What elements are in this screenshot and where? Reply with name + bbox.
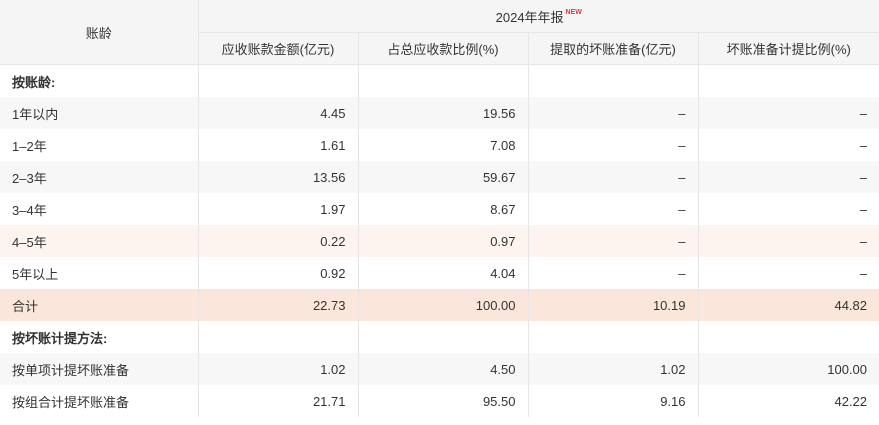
cell-share-of-total bbox=[358, 64, 529, 97]
cell-receivable-amount: 4.45 bbox=[198, 97, 359, 129]
table-row: 4–5年 0.22 0.97 – – bbox=[0, 225, 879, 257]
cell-provision-ratio: – bbox=[698, 97, 879, 129]
cell-receivable-amount bbox=[198, 64, 359, 97]
cell-bad-debt-provision: – bbox=[528, 225, 699, 257]
receivables-aging-table: 账龄 2024年年报 NEW 应收账款金额(亿元) 占总应收款比例(%) 提取的坏… bbox=[0, 0, 879, 417]
column-header-receivable-amount: 应收账款金额(亿元) bbox=[198, 32, 359, 65]
cell-provision-ratio: 100.00 bbox=[698, 353, 879, 385]
aging-column-header: 账龄 bbox=[0, 0, 199, 65]
row-label: 合计 bbox=[0, 289, 199, 321]
new-badge: NEW bbox=[565, 8, 582, 16]
cell-share-of-total: 7.08 bbox=[358, 129, 529, 161]
cell-bad-debt-provision bbox=[528, 64, 699, 97]
row-label: 4–5年 bbox=[0, 225, 199, 257]
cell-provision-ratio: – bbox=[698, 193, 879, 225]
cell-share-of-total bbox=[358, 321, 529, 353]
cell-receivable-amount: 0.22 bbox=[198, 225, 359, 257]
cell-receivable-amount: 13.56 bbox=[198, 161, 359, 193]
row-label: 1年以内 bbox=[0, 97, 199, 129]
cell-share-of-total: 4.04 bbox=[358, 257, 529, 289]
cell-receivable-amount: 0.92 bbox=[198, 257, 359, 289]
table-row: 1–2年 1.61 7.08 – – bbox=[0, 129, 879, 161]
row-label: 按账龄: bbox=[0, 64, 199, 97]
cell-receivable-amount bbox=[198, 321, 359, 353]
column-header-share-of-total: 占总应收款比例(%) bbox=[358, 32, 529, 65]
column-header-provision-ratio: 坏账准备计提比例(%) bbox=[698, 32, 879, 65]
cell-share-of-total: 100.00 bbox=[358, 289, 529, 321]
cell-provision-ratio: – bbox=[698, 225, 879, 257]
report-period-label: 2024年年报 bbox=[495, 9, 564, 25]
cell-bad-debt-provision: – bbox=[528, 129, 699, 161]
cell-provision-ratio: 44.82 bbox=[698, 289, 879, 321]
cell-share-of-total: 59.67 bbox=[358, 161, 529, 193]
total-row: 合计 22.73 100.00 10.19 44.82 bbox=[0, 289, 879, 321]
table-row: 2–3年 13.56 59.67 – – bbox=[0, 161, 879, 193]
cell-provision-ratio: – bbox=[698, 257, 879, 289]
row-label: 按坏账计提方法: bbox=[0, 321, 199, 353]
cell-share-of-total: 4.50 bbox=[358, 353, 529, 385]
row-label: 1–2年 bbox=[0, 129, 199, 161]
cell-bad-debt-provision: – bbox=[528, 97, 699, 129]
table-header: 账龄 2024年年报 NEW 应收账款金额(亿元) 占总应收款比例(%) 提取的坏… bbox=[0, 0, 879, 65]
cell-bad-debt-provision: 9.16 bbox=[528, 385, 699, 417]
row-label: 按组合计提坏账准备 bbox=[0, 385, 199, 417]
cell-receivable-amount: 1.61 bbox=[198, 129, 359, 161]
column-header-bad-debt-provision: 提取的坏账准备(亿元) bbox=[528, 32, 699, 65]
cell-provision-ratio bbox=[698, 321, 879, 353]
cell-bad-debt-provision: 10.19 bbox=[528, 289, 699, 321]
cell-share-of-total: 19.56 bbox=[358, 97, 529, 129]
section-row-by-aging: 按账龄: bbox=[0, 64, 879, 97]
cell-provision-ratio: – bbox=[698, 129, 879, 161]
cell-receivable-amount: 22.73 bbox=[198, 289, 359, 321]
cell-bad-debt-provision bbox=[528, 321, 699, 353]
table-body: 按账龄: 1年以内 4.45 19.56 – – 1–2年 1.61 7.08 … bbox=[0, 64, 879, 417]
cell-share-of-total: 8.67 bbox=[358, 193, 529, 225]
cell-receivable-amount: 21.71 bbox=[198, 385, 359, 417]
cell-bad-debt-provision: – bbox=[528, 257, 699, 289]
row-label: 按单项计提坏账准备 bbox=[0, 353, 199, 385]
cell-provision-ratio: – bbox=[698, 161, 879, 193]
table-row: 1年以内 4.45 19.56 – – bbox=[0, 97, 879, 129]
report-period-header: 2024年年报 NEW bbox=[198, 0, 879, 33]
table-row: 按单项计提坏账准备 1.02 4.50 1.02 100.00 bbox=[0, 353, 879, 385]
cell-receivable-amount: 1.97 bbox=[198, 193, 359, 225]
table-row: 5年以上 0.92 4.04 – – bbox=[0, 257, 879, 289]
cell-receivable-amount: 1.02 bbox=[198, 353, 359, 385]
row-label: 2–3年 bbox=[0, 161, 199, 193]
cell-share-of-total: 95.50 bbox=[358, 385, 529, 417]
table-row: 按组合计提坏账准备 21.71 95.50 9.16 42.22 bbox=[0, 385, 879, 417]
table-row: 3–4年 1.97 8.67 – – bbox=[0, 193, 879, 225]
cell-provision-ratio bbox=[698, 64, 879, 97]
cell-share-of-total: 0.97 bbox=[358, 225, 529, 257]
cell-provision-ratio: 42.22 bbox=[698, 385, 879, 417]
cell-bad-debt-provision: 1.02 bbox=[528, 353, 699, 385]
row-label: 5年以上 bbox=[0, 257, 199, 289]
cell-bad-debt-provision: – bbox=[528, 193, 699, 225]
row-label: 3–4年 bbox=[0, 193, 199, 225]
section-row-by-provision-method: 按坏账计提方法: bbox=[0, 321, 879, 353]
cell-bad-debt-provision: – bbox=[528, 161, 699, 193]
